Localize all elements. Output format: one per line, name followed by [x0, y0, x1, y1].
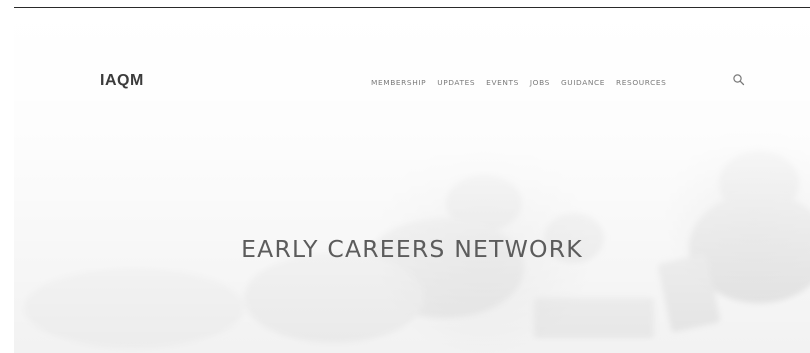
nav-item-guidance[interactable]: GUIDANCE: [561, 78, 605, 87]
nav-item-updates[interactable]: UPDATES: [437, 78, 475, 87]
nav-item-resources[interactable]: RESOURCES: [616, 78, 666, 87]
page-title: EARLY CAREERS NETWORK: [241, 235, 583, 263]
search-icon: [733, 74, 745, 86]
search-button[interactable]: [731, 72, 747, 88]
nav-item-membership[interactable]: MEMBERSHIP: [371, 78, 426, 87]
nav-item-events[interactable]: EVENTS: [486, 78, 519, 87]
site-logo[interactable]: IAQM: [100, 72, 144, 90]
page-viewport: IAQM MEMBERSHIP UPDATES EVENTS JOBS GUID…: [14, 8, 810, 353]
nav-item-jobs[interactable]: JOBS: [530, 78, 550, 87]
site-header: IAQM MEMBERSHIP UPDATES EVENTS JOBS GUID…: [14, 68, 810, 98]
hero-background-image: [14, 8, 810, 353]
main-navigation: MEMBERSHIP UPDATES EVENTS JOBS GUIDANCE …: [371, 78, 666, 87]
